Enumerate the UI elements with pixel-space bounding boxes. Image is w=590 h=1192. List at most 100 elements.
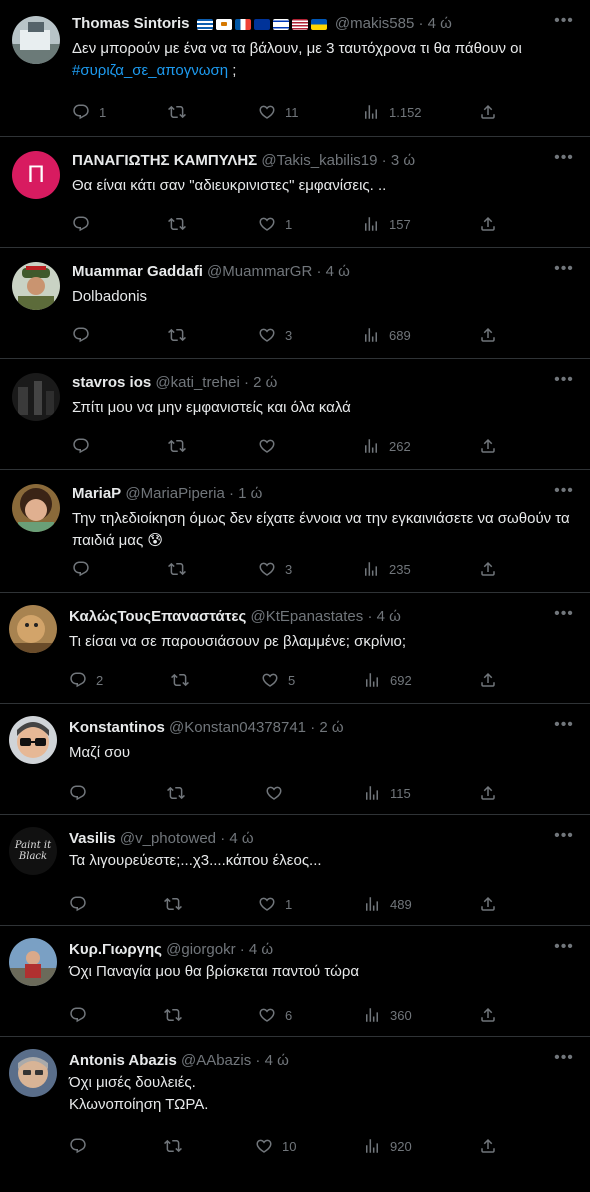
avatar[interactable]: Π [12, 151, 60, 199]
timestamp[interactable]: 4 ώ [326, 263, 350, 280]
views-button[interactable]: 262 [362, 437, 442, 455]
views-button[interactable]: 360 [363, 1006, 443, 1024]
more-horizontal-icon[interactable]: ••• [552, 483, 576, 504]
share-button[interactable] [479, 326, 499, 344]
more-horizontal-icon[interactable]: ••• [552, 13, 576, 34]
retweet-button[interactable] [168, 103, 248, 121]
more-horizontal-icon[interactable]: ••• [552, 939, 576, 960]
handle[interactable]: @giorgokr [166, 941, 235, 958]
views-button[interactable]: 1.152 [362, 103, 442, 121]
hashtag-link[interactable]: #συριζα_σε_απογνωση [72, 62, 228, 79]
tweet[interactable]: Antonis Abazis @AAbazis · 4 ώ ••• Όχι μι… [0, 1037, 590, 1192]
handle[interactable]: @makis585 [335, 15, 414, 32]
reply-button[interactable]: 2 [69, 671, 149, 689]
tweet[interactable]: MariaP @MariaPiperia · 1 ώ ••• Την τηλεδ… [0, 470, 590, 593]
display-name[interactable]: MariaP [72, 485, 121, 502]
handle[interactable]: @kati_trehei [155, 374, 239, 391]
share-button[interactable] [479, 671, 499, 689]
like-button[interactable]: 3 [258, 560, 338, 578]
share-button[interactable] [479, 895, 499, 913]
timestamp[interactable]: 4 ώ [249, 941, 273, 958]
views-button[interactable]: 489 [363, 895, 443, 913]
more-horizontal-icon[interactable]: ••• [552, 372, 576, 393]
views-button[interactable]: 692 [363, 671, 443, 689]
like-button[interactable]: 5 [261, 671, 341, 689]
retweet-button[interactable] [168, 326, 248, 344]
retweet-button[interactable] [164, 1137, 244, 1155]
more-horizontal-icon[interactable]: ••• [552, 150, 576, 171]
avatar[interactable] [9, 1049, 57, 1097]
reply-button[interactable] [69, 1006, 149, 1024]
reply-button[interactable]: 1 [72, 103, 152, 121]
handle[interactable]: @Takis_kabilis19 [261, 152, 377, 169]
views-button[interactable]: 689 [362, 326, 442, 344]
reply-button[interactable] [72, 560, 152, 578]
retweet-button[interactable] [168, 437, 248, 455]
display-name[interactable]: ΠΑΝΑΓΙΩΤΗΣ ΚΑΜΠΥΛΗΣ [72, 152, 257, 169]
handle[interactable]: @Konstan04378741 [169, 719, 306, 736]
views-button[interactable]: 115 [363, 784, 443, 802]
views-button[interactable]: 235 [362, 560, 442, 578]
timestamp[interactable]: 1 ώ [238, 485, 262, 502]
like-button[interactable] [258, 437, 338, 455]
reply-button[interactable] [69, 784, 149, 802]
avatar[interactable] [9, 716, 57, 764]
more-horizontal-icon[interactable]: ••• [552, 1050, 576, 1071]
timestamp[interactable]: 2 ώ [319, 719, 343, 736]
retweet-button[interactable] [164, 895, 244, 913]
share-button[interactable] [479, 784, 499, 802]
avatar[interactable] [9, 938, 57, 986]
avatar[interactable] [12, 373, 60, 421]
timestamp[interactable]: 2 ώ [253, 374, 277, 391]
reply-button[interactable] [69, 895, 149, 913]
tweet[interactable]: stavros ios @kati_trehei · 2 ώ ••• Σπίτι… [0, 359, 590, 470]
more-horizontal-icon[interactable]: ••• [552, 606, 576, 627]
handle[interactable]: @MariaPiperia [125, 485, 224, 502]
avatar[interactable] [12, 484, 60, 532]
display-name[interactable]: ΚαλώςΤουςΕπαναστάτες [69, 608, 246, 625]
handle[interactable]: @KtEpanastates [250, 608, 363, 625]
more-horizontal-icon[interactable]: ••• [552, 261, 576, 282]
reply-button[interactable] [72, 326, 152, 344]
avatar[interactable]: Paint it Black [9, 827, 57, 875]
share-button[interactable] [479, 103, 499, 121]
display-name[interactable]: Thomas Sintoris [72, 15, 190, 32]
views-button[interactable]: 157 [362, 215, 442, 233]
share-button[interactable] [479, 1137, 499, 1155]
views-button[interactable]: 920 [363, 1137, 443, 1155]
handle[interactable]: @MuammarGR [207, 263, 312, 280]
retweet-button[interactable] [168, 560, 248, 578]
display-name[interactable]: Konstantinos [69, 719, 165, 736]
share-button[interactable] [479, 1006, 499, 1024]
display-name[interactable]: stavros ios [72, 374, 151, 391]
timestamp[interactable]: 4 ώ [377, 608, 401, 625]
avatar[interactable] [9, 605, 57, 653]
timestamp[interactable]: 3 ώ [391, 152, 415, 169]
more-horizontal-icon[interactable]: ••• [552, 717, 576, 738]
avatar[interactable] [12, 262, 60, 310]
tweet[interactable]: Paint it Black Vasilis @v_photowed · 4 ώ… [0, 815, 590, 926]
reply-button[interactable] [72, 215, 152, 233]
like-button[interactable]: 11 [258, 103, 338, 121]
share-button[interactable] [479, 437, 499, 455]
display-name[interactable]: Antonis Abazis [69, 1052, 177, 1069]
retweet-button[interactable] [171, 671, 251, 689]
retweet-button[interactable] [168, 215, 248, 233]
display-name[interactable]: Muammar Gaddafi [72, 263, 203, 280]
handle[interactable]: @AAbazis [181, 1052, 251, 1069]
tweet[interactable]: ΚαλώςΤουςΕπαναστάτες @KtEpanastates · 4 … [0, 593, 590, 704]
retweet-button[interactable] [164, 1006, 244, 1024]
tweet[interactable]: Konstantinos @Konstan04378741 · 2 ώ ••• … [0, 704, 590, 815]
tweet[interactable]: Κυρ.Γιωργης @giorgokr · 4 ώ ••• Όχι Πανα… [0, 926, 590, 1037]
display-name[interactable]: Κυρ.Γιωργης [69, 941, 162, 958]
timestamp[interactable]: 4 ώ [229, 830, 253, 847]
tweet[interactable]: Thomas Sintoris @makis585 · 4 ώ ••• Δεν … [0, 0, 590, 137]
like-button[interactable]: 6 [258, 1006, 338, 1024]
more-horizontal-icon[interactable]: ••• [552, 828, 576, 849]
retweet-button[interactable] [167, 784, 247, 802]
timestamp[interactable]: 4 ώ [265, 1052, 289, 1069]
like-button[interactable] [265, 784, 345, 802]
like-button[interactable]: 1 [258, 215, 338, 233]
like-button[interactable]: 3 [258, 326, 338, 344]
display-name[interactable]: Vasilis [69, 830, 116, 847]
